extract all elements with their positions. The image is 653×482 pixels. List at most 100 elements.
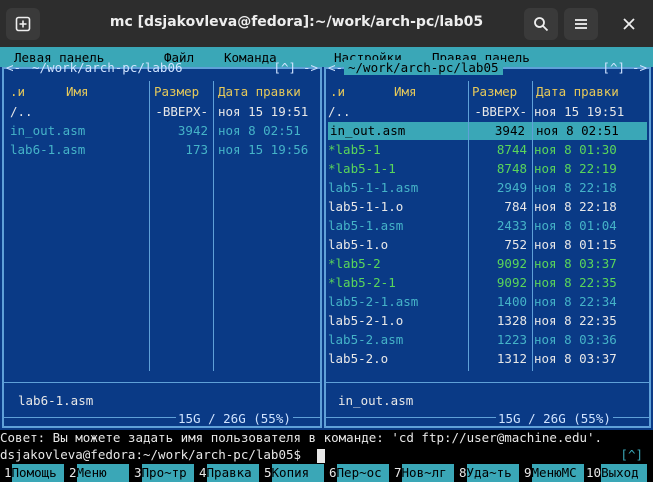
file-size: 1223 — [496, 332, 527, 347]
file-row[interactable]: lab5-1-1.asm 2949 ноя 8 22:18 — [326, 179, 649, 197]
search-icon — [534, 17, 549, 32]
file-date: ноя 8 22:34 — [534, 294, 617, 309]
fkey-7[interactable]: 7Нов~лг — [394, 464, 454, 482]
sort-indicator[interactable]: .и — [10, 83, 25, 101]
terminal[interactable]: Левая панель Файл Команда Настройки Прав… — [0, 47, 653, 482]
new-tab-button[interactable] — [6, 8, 40, 40]
file-date: ноя 15 19:51 — [218, 104, 309, 119]
main-menu-button[interactable] — [564, 8, 598, 40]
file-name: in_out.asm — [10, 123, 86, 138]
fkey-label: Про~тр — [141, 464, 194, 482]
file-row[interactable]: lab5-1.asm 2433 ноя 8 01:04 — [326, 217, 649, 235]
file-row[interactable]: *lab5-2 9092 ноя 8 03:37 — [326, 255, 649, 273]
file-size: 2433 — [496, 218, 527, 233]
fkey-number: 3 — [134, 465, 142, 480]
command-line[interactable]: dsjakovleva@fedora:~/work/arch-pc/lab05$… — [0, 447, 653, 464]
right-panel-path[interactable]: ~/work/arch-pc/lab05 — [344, 60, 503, 75]
search-button[interactable] — [524, 8, 558, 40]
left-panel-path[interactable]: ~/work/arch-pc/lab06 — [32, 60, 183, 75]
file-row[interactable]: /.. -ВВЕРХ-ноя 15 19:51 — [326, 103, 649, 121]
right-panel[interactable]: <- ~/work/arch-pc/lab05 [^] -> .и Имя Ра… — [324, 60, 651, 428]
fkey-2[interactable]: 2Меню — [69, 464, 129, 482]
column-divider — [213, 81, 214, 371]
column-size[interactable]: Размер — [472, 83, 517, 101]
fkey-number: 10 — [586, 465, 602, 480]
fkey-1[interactable]: 1Помощь — [4, 464, 64, 482]
file-row[interactable]: *lab5-2-1 9092 ноя 8 22:35 — [326, 274, 649, 292]
right-panel-corner-right: -> — [631, 60, 647, 75]
file-row[interactable]: in_out.asm 3942 ноя 8 02:51 — [328, 122, 647, 140]
file-row[interactable]: lab6-1.asm 173 ноя 15 19:56 — [4, 141, 320, 159]
fkey-3[interactable]: 3Про~тр — [134, 464, 194, 482]
file-row[interactable]: *lab5-1 8744 ноя 8 01:30 — [326, 141, 649, 159]
file-date: ноя 8 01:30 — [534, 142, 617, 157]
mini-status-divider — [4, 382, 320, 383]
file-date: ноя 8 22:35 — [534, 313, 617, 328]
file-date: ноя 8 01:04 — [534, 218, 617, 233]
fkey-4[interactable]: 4Правка — [199, 464, 259, 482]
file-size: 752 — [504, 237, 527, 252]
hint-line: Совет: Вы можете задать имя пользователя… — [0, 430, 653, 447]
file-size: 8744 — [496, 142, 527, 157]
fkey-number: 2 — [69, 465, 77, 480]
file-size: -ВВЕРХ- — [474, 104, 527, 119]
file-name: lab5-1.asm — [328, 218, 404, 233]
file-date: ноя 15 19:51 — [534, 104, 625, 119]
plus-box-icon — [15, 16, 31, 32]
file-row[interactable]: lab5-1.o 752 ноя 8 01:15 — [326, 236, 649, 254]
file-row[interactable]: lab5-2.o 1312 ноя 8 03:37 — [326, 350, 649, 368]
column-size[interactable]: Размер — [154, 83, 199, 101]
file-row[interactable]: lab5-2-1.asm 1400 ноя 8 22:34 — [326, 293, 649, 311]
fkey-label: Копия — [271, 464, 324, 482]
right-disk-usage: 15G / 26G (55%) — [496, 411, 613, 426]
left-mini-status: lab6-1.asm — [18, 393, 94, 408]
fkey-9[interactable]: 9МенюМС — [524, 464, 584, 482]
file-date: ноя 8 22:19 — [534, 161, 617, 176]
prompt-corner[interactable]: [^] — [620, 447, 643, 462]
window-title: mc [dsjakovleva@fedora]:~/work/arch-pc/l… — [109, 14, 484, 30]
fkey-6[interactable]: 6Пер~ос — [329, 464, 389, 482]
file-name: in_out.asm — [330, 123, 406, 138]
fkey-5[interactable]: 5Копия — [264, 464, 324, 482]
column-name[interactable]: Имя — [394, 83, 417, 101]
hamburger-icon — [575, 19, 587, 29]
file-name: *lab5-2 — [328, 256, 381, 271]
file-row[interactable]: lab5-2.asm 1223 ноя 8 03:36 — [326, 331, 649, 349]
text-cursor — [316, 448, 325, 463]
column-divider — [149, 81, 150, 371]
fkey-10[interactable]: 10Выход — [586, 464, 648, 482]
file-date: ноя 8 03:37 — [534, 256, 617, 271]
file-size: 173 — [185, 142, 208, 157]
fkey-8[interactable]: 8Уда~ть — [459, 464, 519, 482]
file-row[interactable]: in_out.asm 3942 ноя 8 02:51 — [4, 122, 320, 140]
left-panel-corner-right: -> — [302, 60, 318, 75]
file-row[interactable]: lab5-1-1.o 784 ноя 8 22:18 — [326, 198, 649, 216]
file-row[interactable]: lab5-2-1.o 1328 ноя 8 22:35 — [326, 312, 649, 330]
column-date[interactable]: Дата правки — [536, 83, 619, 101]
sort-indicator[interactable]: .и — [330, 83, 345, 101]
fkey-number: 7 — [394, 465, 402, 480]
left-panel[interactable]: <- ~/work/arch-pc/lab06 [^] -> .и Имя Ра… — [2, 60, 322, 428]
file-row[interactable]: /.. -ВВЕРХ-ноя 15 19:51 — [4, 103, 320, 121]
column-name[interactable]: Имя — [66, 83, 89, 101]
fkey-label: Правка — [206, 464, 259, 482]
file-date: ноя 8 03:37 — [534, 351, 617, 366]
right-panel-corner-left: <- — [328, 60, 344, 75]
fkey-label: Меню — [76, 464, 129, 482]
file-name: lab5-2-1.o — [328, 313, 404, 328]
fkey-label: МенюМС — [531, 464, 584, 482]
file-date: ноя 8 02:51 — [536, 123, 619, 138]
fkey-label: Уда~ть — [466, 464, 519, 482]
file-name: /.. — [10, 104, 33, 119]
file-name: *lab5-1 — [328, 142, 381, 157]
close-button[interactable] — [612, 8, 646, 40]
right-panel-header: .и Имя Размер Дата правки — [326, 83, 649, 101]
column-date[interactable]: Дата правки — [218, 83, 301, 101]
left-panel-corner[interactable]: [^] — [273, 60, 296, 75]
file-name: lab5-1-1.o — [328, 199, 404, 214]
file-row[interactable]: *lab5-1-1 8748 ноя 8 22:19 — [326, 160, 649, 178]
file-size: 1312 — [496, 351, 527, 366]
shell-prompt: dsjakovleva@fedora:~/work/arch-pc/lab05$ — [0, 447, 302, 462]
right-panel-title: <- ~/work/arch-pc/lab05 [^] -> — [326, 60, 649, 76]
right-panel-corner[interactable]: [^] — [602, 60, 625, 75]
